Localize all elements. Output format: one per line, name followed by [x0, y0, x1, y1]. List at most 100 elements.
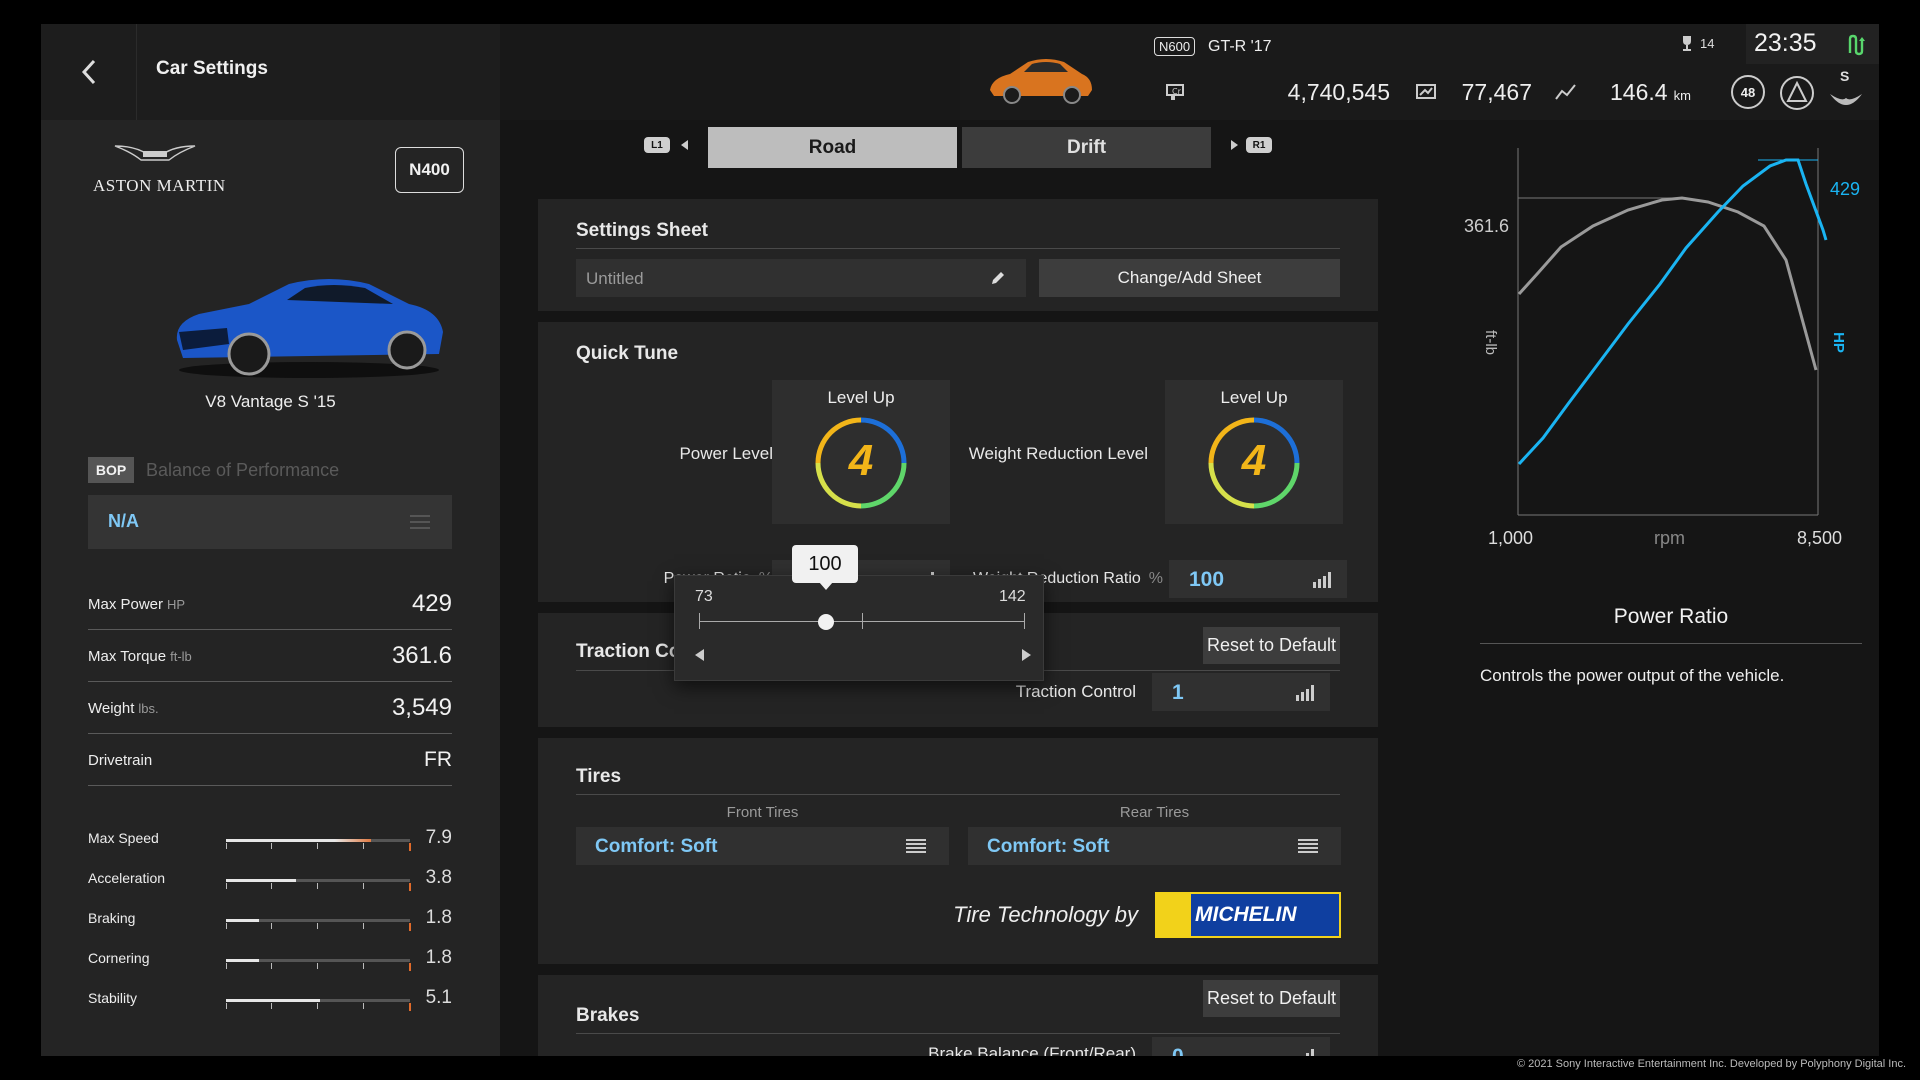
performance-bar-tick — [363, 963, 364, 969]
divider — [576, 1033, 1340, 1034]
stat-label: Max Torque — [88, 648, 167, 665]
brakes-panel: Brakes Reset to Default Brake Balance (F… — [538, 975, 1378, 1056]
quick-tune-panel: Quick Tune Power Level Level Up 4 Weight… — [538, 322, 1378, 602]
traction-control-label: Traction Control — [1015, 682, 1136, 701]
sheet-name-field[interactable]: Untitled — [576, 259, 1026, 297]
bars-icon — [1296, 685, 1314, 701]
michelin-mascot-icon — [1157, 894, 1191, 936]
car-model: V8 Vantage S '15 — [205, 392, 336, 411]
stat-value: 3,549 — [391, 694, 452, 721]
performance-label: Braking — [88, 910, 136, 926]
performance-bar — [226, 879, 411, 891]
power-torque-chart — [1517, 148, 1828, 516]
car-settings-screen: Car Settings N600 GT-R '17 Cr 4,740,545 … — [41, 24, 1879, 1056]
decrease-arrow-icon[interactable] — [695, 649, 705, 661]
weight-ratio-value: 100 — [1189, 568, 1225, 591]
back-button[interactable] — [41, 24, 137, 120]
performance-bar-tick — [317, 963, 318, 969]
front-tires-selector[interactable]: Comfort: Soft — [576, 827, 949, 865]
pencil-icon[interactable] — [989, 269, 1007, 287]
performance-bar-tick — [409, 923, 411, 931]
slider-value-bubble: 100 — [792, 545, 858, 583]
torque-curve — [1517, 196, 1818, 371]
bop-badge: BOP — [88, 457, 134, 483]
slider-thumb[interactable] — [818, 614, 835, 630]
stat-label: Drivetrain — [88, 752, 153, 769]
slider-bubble-pointer — [819, 582, 833, 590]
divider — [576, 794, 1340, 795]
car-info-panel: ASTON MARTIN N400 V8 Vantage S '15 BOP B… — [41, 120, 500, 1056]
performance-bar — [226, 919, 411, 931]
rear-tires-selector[interactable]: Comfort: Soft — [968, 827, 1341, 865]
tab-road[interactable]: Road — [708, 127, 957, 168]
bop-selector[interactable]: N/A — [88, 495, 452, 549]
slider-min: 73 — [695, 588, 713, 605]
performance-row: Cornering 1.8 — [88, 945, 452, 975]
performance-label: Stability — [88, 990, 138, 1006]
performance-bar-tick — [317, 923, 318, 929]
performance-bar-tick — [363, 843, 364, 849]
level-up-caption: Level Up — [827, 388, 895, 407]
power-peak-label: 429 — [1830, 179, 1861, 199]
divider — [1480, 643, 1862, 644]
current-car-name: GT-R '17 — [1208, 38, 1272, 55]
slider-tick — [699, 613, 700, 629]
copyright-notice: © 2021 Sony Interactive Entertainment In… — [1516, 1058, 1906, 1070]
bars-icon — [1306, 1049, 1314, 1056]
bop-label: Balance of Performance — [146, 460, 340, 480]
weight-ratio-field[interactable]: 100 — [1169, 560, 1347, 598]
performance-bar-fill — [226, 919, 259, 922]
performance-label: Acceleration — [88, 870, 166, 886]
performance-bar-tick — [317, 843, 318, 849]
performance-bar-tick — [271, 1003, 272, 1009]
change-add-sheet-button[interactable]: Change/Add Sheet — [1039, 259, 1340, 297]
brakes-reset-button[interactable]: Reset to Default — [1203, 980, 1340, 1017]
bars-icon — [1313, 572, 1331, 588]
stat-value: 361.6 — [391, 642, 452, 669]
performance-bar — [226, 839, 411, 851]
header-spacer — [500, 24, 960, 120]
performance-value: 1.8 — [425, 907, 452, 928]
stat-unit: lbs. — [138, 701, 159, 716]
distance-graph-icon — [1555, 84, 1576, 100]
performance-bar-tick — [226, 843, 227, 849]
increase-arrow-icon[interactable] — [1021, 649, 1031, 661]
aston-martin-logo — [114, 145, 196, 161]
torque-peak-label: 361.6 — [1464, 216, 1510, 236]
performance-bar-tick — [317, 883, 318, 889]
header-left: Car Settings — [41, 24, 500, 120]
weight-level-selector[interactable]: Level Up 4 — [1165, 380, 1343, 524]
clock: 23:35 — [1754, 29, 1817, 57]
performance-label: Max Speed — [88, 830, 159, 846]
performance-bar-tick — [271, 923, 272, 929]
stat-row-weight: Weight lbs. 3,549 — [88, 682, 452, 734]
rpm-min-label: 1,000 — [1488, 528, 1534, 548]
power-axis-label: HP — [1829, 332, 1847, 353]
stat-unit: ft-lb — [170, 649, 192, 664]
stat-value: FR — [424, 748, 452, 771]
stat-label: Max Power — [88, 596, 164, 613]
traction-reset-button[interactable]: Reset to Default — [1203, 627, 1340, 664]
brake-balance-label: Brake Balance (Front/Rear) — [928, 1044, 1136, 1056]
credits-value: 4,740,545 — [1287, 79, 1390, 105]
brake-balance-field[interactable]: 0 — [1152, 1037, 1330, 1056]
performance-bar — [226, 959, 411, 971]
performance-row: Max Speed 7.9 — [88, 825, 452, 855]
rpm-max-label: 8,500 — [1797, 528, 1843, 548]
info-panel: 361.6 429 ft-lb HP 1,000 rpm 8,500 Power… — [1398, 120, 1879, 1056]
info-title: Power Ratio — [1613, 605, 1729, 628]
performance-bar-fill — [226, 839, 371, 842]
performance-bar-tick — [409, 1003, 411, 1011]
slider-max: 142 — [999, 588, 1026, 605]
tires-title: Tires — [576, 766, 622, 787]
page-title: Car Settings — [156, 58, 268, 79]
performance-bar-fill — [226, 999, 320, 1002]
rear-tires-label: Rear Tires — [1119, 804, 1190, 821]
performance-value: 7.9 — [425, 827, 452, 848]
connection-status-icon — [1848, 34, 1865, 56]
traction-control-field[interactable]: 1 — [1152, 673, 1330, 711]
performance-bar-fill — [226, 959, 259, 962]
arrow-right-icon — [1231, 140, 1238, 150]
stat-row-max-power: Max Power HP 429 — [88, 578, 452, 630]
tab-drift[interactable]: Drift — [962, 127, 1211, 168]
